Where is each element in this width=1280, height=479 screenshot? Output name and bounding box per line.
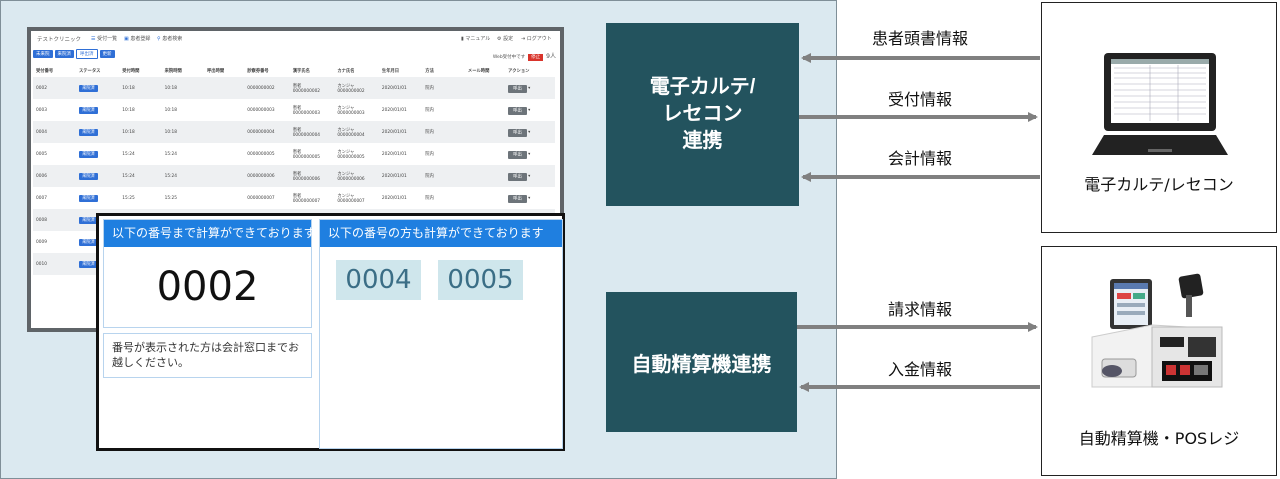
- label-billing-info: 請求情報: [887, 300, 952, 319]
- label-patient-header-info: 患者頭書情報: [871, 29, 968, 48]
- label-accounting-info: 会計情報: [887, 149, 952, 168]
- emr-system-box: 電子カルテ/レセコン: [1041, 2, 1277, 233]
- payment-machine-icon: [1091, 273, 1223, 388]
- payment-machine-box: 自動精算機・POSレジ: [1041, 246, 1277, 476]
- label-payment-info: 入金情報: [887, 360, 952, 379]
- laptop-icon: [1092, 53, 1228, 155]
- label-reception-info: 受付情報: [887, 90, 952, 109]
- payment-machine-label: 自動精算機・POSレジ: [1078, 429, 1240, 448]
- emr-system-label: 電子カルテ/レセコン: [1084, 175, 1234, 194]
